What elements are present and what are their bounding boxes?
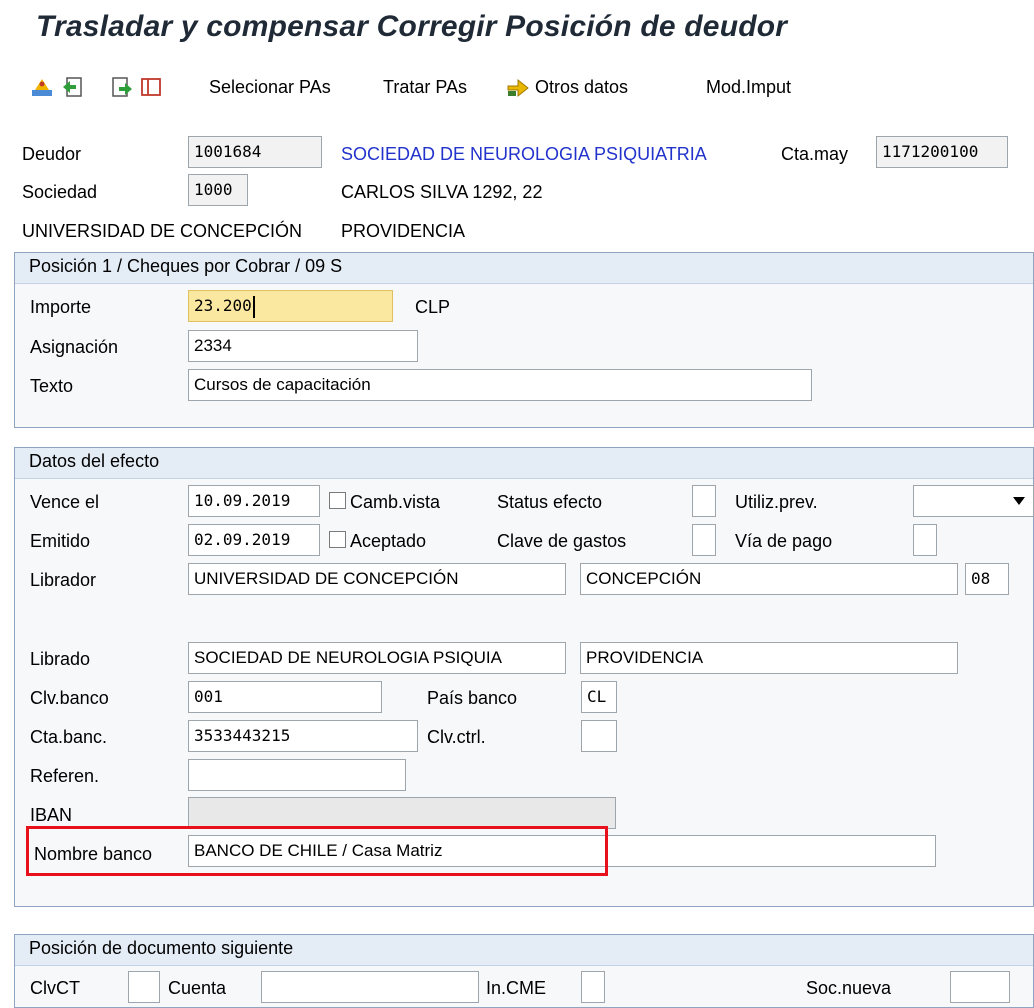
address-text: CARLOS SILVA 1292, 22 xyxy=(341,182,543,202)
posicion-group-header: Posición 1 / Cheques por Cobrar / 09 S xyxy=(15,253,1033,284)
via-pago-input[interactable] xyxy=(913,524,937,556)
title-bar: Trasladar y compensar Corregir Posición … xyxy=(0,0,1034,57)
importe-value: 23.200 xyxy=(194,296,252,315)
forward-arrow-icon[interactable] xyxy=(110,75,134,99)
asignacion-label: Asignación xyxy=(30,337,119,357)
clv-banco-input[interactable]: 001 xyxy=(188,681,382,713)
posicion-group: Posición 1 / Cheques por Cobrar / 09 S xyxy=(14,252,1034,428)
cta-may-field[interactable]: 1171200100 xyxy=(876,136,1008,168)
sap-window: Trasladar y compensar Corregir Posición … xyxy=(0,0,1034,1008)
pais-banco-label: País banco xyxy=(427,688,518,708)
application-toolbar: Selecionar PAs Tratar PAs Otros datos Mo… xyxy=(0,57,1034,121)
split-window-icon[interactable] xyxy=(139,75,163,99)
cta-may-label: Cta.may xyxy=(781,144,849,164)
via-pago-label: Vía de pago xyxy=(735,531,833,551)
status-efecto-input[interactable] xyxy=(692,485,716,517)
clv-banco-label: Clv.banco xyxy=(30,688,109,708)
chevron-down-icon[interactable] xyxy=(1013,497,1025,505)
texto-input[interactable]: Cursos de capacitación xyxy=(188,369,812,401)
highlight-box xyxy=(26,826,608,876)
referen-label: Referen. xyxy=(30,766,100,786)
deudor-name: SOCIEDAD DE NEUROLOGIA PSIQUIATRIA xyxy=(341,144,707,164)
clave-gastos-label: Clave de gastos xyxy=(497,531,627,551)
asignacion-input[interactable]: 2334 xyxy=(188,330,418,362)
emitido-label: Emitido xyxy=(30,531,91,551)
company-name: UNIVERSIDAD DE CONCEPCIÓN xyxy=(22,221,303,241)
librador-label: Librador xyxy=(30,570,97,590)
efecto-group-title: Datos del efecto xyxy=(29,451,160,471)
clv-ctrl-input[interactable] xyxy=(581,720,617,752)
pais-banco-input[interactable]: CL xyxy=(581,681,617,713)
librado-label: Librado xyxy=(30,649,91,669)
soc-nueva-label: Soc.nueva xyxy=(806,978,892,998)
other-data-arrow-icon[interactable] xyxy=(506,75,530,99)
importe-input[interactable]: 23.200 xyxy=(188,290,393,322)
mod-imput-button[interactable]: Mod.Imput xyxy=(706,77,791,98)
in-cme-label: In.CME xyxy=(486,978,547,998)
efecto-group-header: Datos del efecto xyxy=(15,448,1033,479)
city-text: PROVIDENCIA xyxy=(341,221,466,241)
texto-label: Texto xyxy=(30,376,74,396)
siguiente-group-title: Posición de documento siguiente xyxy=(29,938,294,958)
tratar-pas-button[interactable]: Tratar PAs xyxy=(383,77,467,98)
sociedad-field[interactable]: 1000 xyxy=(188,174,248,206)
vence-label: Vence el xyxy=(30,492,100,512)
importe-label: Importe xyxy=(30,297,92,317)
cuenta-label: Cuenta xyxy=(168,978,227,998)
cuenta-input[interactable] xyxy=(261,971,479,1003)
clave-gastos-input[interactable] xyxy=(692,524,716,556)
vence-input[interactable]: 10.09.2019 xyxy=(188,485,320,517)
camb-vista-checkbox[interactable] xyxy=(329,492,346,509)
soc-nueva-input[interactable] xyxy=(950,971,1010,1003)
referen-input[interactable] xyxy=(188,759,406,791)
status-efecto-label: Status efecto xyxy=(497,492,603,512)
clvct-input[interactable] xyxy=(128,971,160,1003)
camb-vista-label: Camb.vista xyxy=(350,492,441,512)
librado-city-input[interactable]: PROVIDENCIA xyxy=(580,642,958,674)
librado-name-input[interactable]: SOCIEDAD DE NEUROLOGIA PSIQUIA xyxy=(188,642,566,674)
cta-banc-label: Cta.banc. xyxy=(30,727,108,747)
in-cme-input[interactable] xyxy=(581,971,605,1003)
deudor-field[interactable]: 1001684 xyxy=(188,136,322,168)
window-title: Trasladar y compensar Corregir Posición … xyxy=(36,10,788,43)
cta-banc-input[interactable]: 3533443215 xyxy=(188,720,418,752)
librador-name-input[interactable]: UNIVERSIDAD DE CONCEPCIÓN xyxy=(188,563,566,595)
back-arrow-icon[interactable] xyxy=(61,75,85,99)
emitido-input[interactable]: 02.09.2019 xyxy=(188,524,320,556)
utiliz-prev-select[interactable] xyxy=(913,485,1034,517)
text-caret xyxy=(252,295,255,318)
aceptado-checkbox[interactable] xyxy=(329,531,346,548)
posicion-group-title: Posición 1 / Cheques por Cobrar / 09 S xyxy=(29,256,343,276)
iban-input xyxy=(188,797,616,829)
seleccionar-pas-button[interactable]: Selecionar PAs xyxy=(209,77,331,98)
clv-ctrl-label: Clv.ctrl. xyxy=(427,727,486,747)
librador-city-input[interactable]: CONCEPCIÓN xyxy=(580,563,958,595)
siguiente-group-header: Posición de documento siguiente xyxy=(15,935,1033,966)
deudor-label: Deudor xyxy=(22,144,82,164)
sociedad-label: Sociedad xyxy=(22,182,98,202)
otros-datos-button[interactable]: Otros datos xyxy=(535,77,628,98)
currency-text: CLP xyxy=(415,297,451,317)
utiliz-prev-label: Utiliz.prev. xyxy=(735,492,818,512)
tree-icon[interactable] xyxy=(30,75,54,99)
aceptado-label: Aceptado xyxy=(350,531,427,551)
librador-region-input[interactable]: 08 xyxy=(965,563,1009,595)
clvct-label: ClvCT xyxy=(30,978,80,998)
iban-label: IBAN xyxy=(30,805,73,825)
